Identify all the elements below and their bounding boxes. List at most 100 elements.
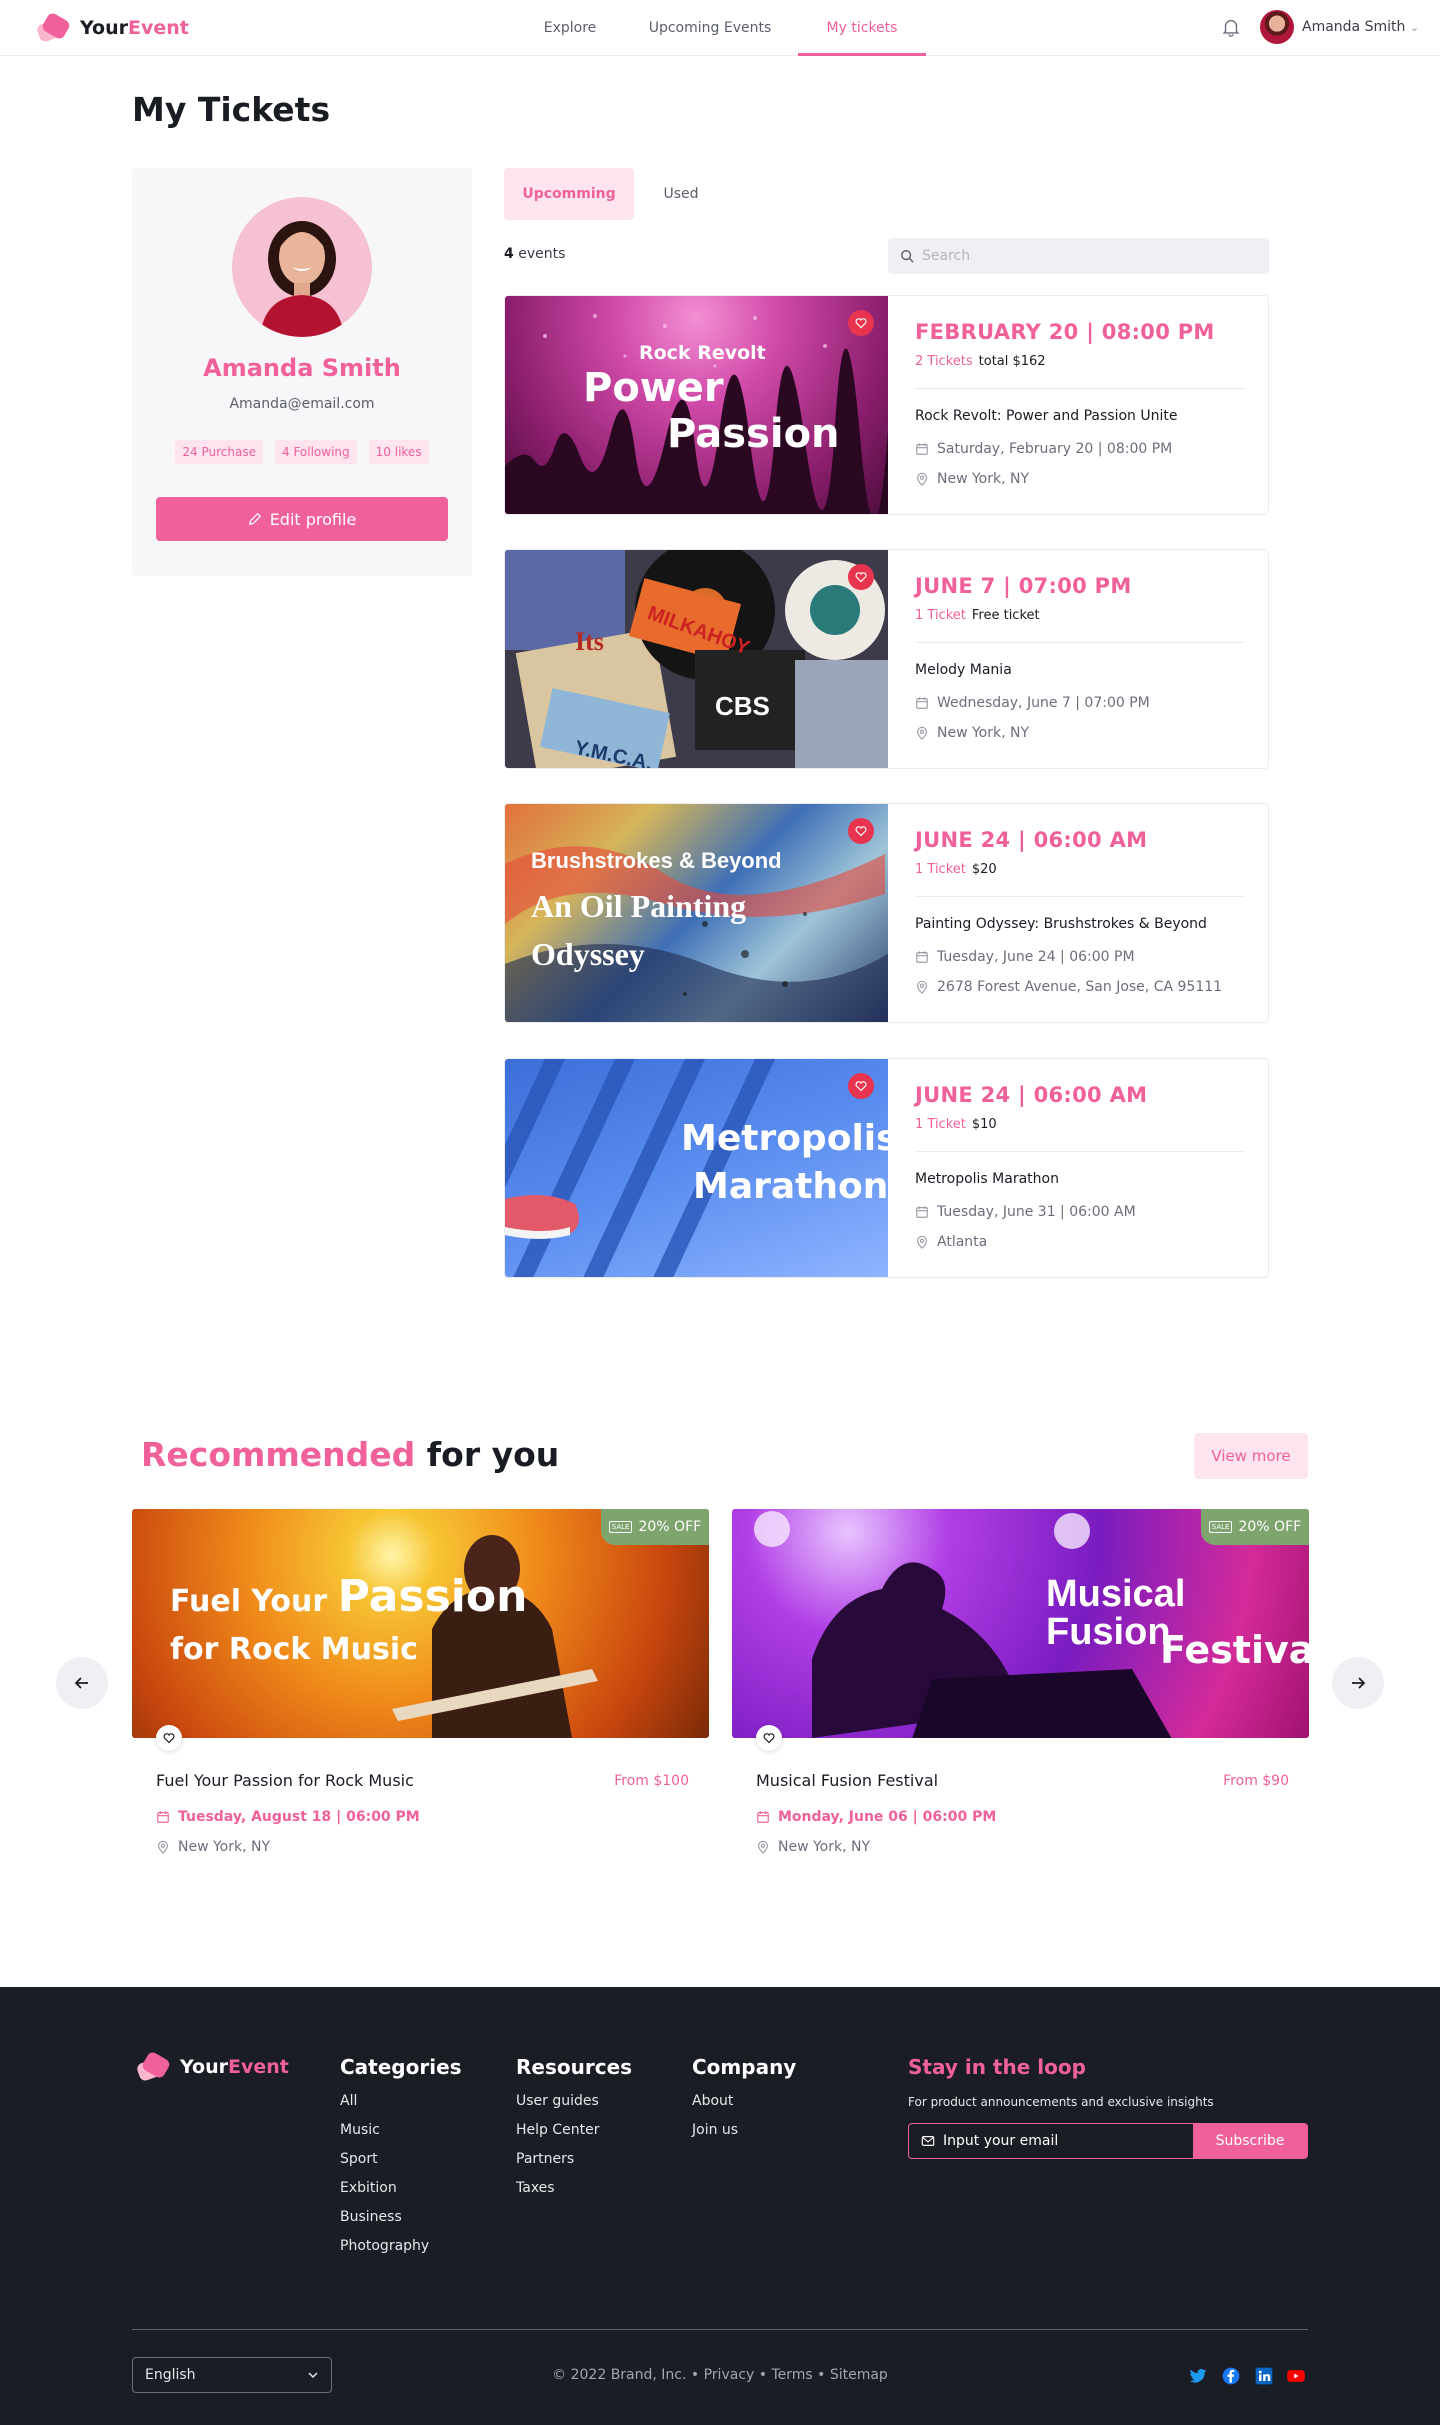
recommended-date: Tuesday, August 18 | 06:00 PM bbox=[156, 1809, 420, 1825]
carousel-next-button[interactable] bbox=[1332, 1657, 1384, 1709]
footer-heading: Categories bbox=[340, 2055, 462, 2079]
likes-count-chip[interactable]: 10 likes bbox=[368, 440, 429, 464]
footer-link[interactable]: Music bbox=[340, 2122, 462, 2138]
footer-resources: Resources User guides Help Center Partne… bbox=[516, 2055, 632, 2209]
recommended-card[interactable]: Musical Fusion Festival SALE20% OFF Musi… bbox=[732, 1509, 1309, 1869]
heart-icon[interactable] bbox=[756, 1725, 782, 1751]
following-count-chip[interactable]: 4 Following bbox=[275, 440, 357, 464]
ticket-image-line3: Odyssey bbox=[531, 936, 645, 972]
edit-profile-button[interactable]: Edit profile bbox=[156, 497, 448, 541]
search-input[interactable]: Search bbox=[922, 248, 970, 264]
search-field[interactable]: Search bbox=[888, 238, 1269, 274]
user-menu[interactable]: Amanda Smith ⌄ bbox=[1302, 19, 1419, 35]
nav-my-tickets[interactable]: My tickets bbox=[798, 0, 926, 56]
ticket-location: New York, NY bbox=[915, 725, 1029, 741]
footer-link[interactable]: All bbox=[340, 2093, 462, 2109]
footer-link[interactable]: Help Center bbox=[516, 2122, 632, 2138]
ticket-location: 2678 Forest Avenue, San Jose, CA 95111 bbox=[915, 979, 1222, 995]
ticket-date: FEBRUARY 20 | 08:00 PM bbox=[915, 320, 1215, 344]
ticket-image: Rock Revolt Power Passion bbox=[505, 296, 888, 514]
location-pin-icon bbox=[158, 1840, 168, 1854]
ticket-quantity: 1 Ticket Free ticket bbox=[915, 608, 1040, 623]
ticket-image-line2: Marathon bbox=[693, 1166, 888, 1207]
newsletter-subtitle: For product announcements and exclusive … bbox=[908, 2095, 1214, 2109]
footer-link[interactable]: Sport bbox=[340, 2151, 462, 2167]
heart-icon[interactable] bbox=[848, 564, 874, 590]
recommended-image-line1: Fuel Your Passion bbox=[170, 1571, 528, 1622]
arrow-left-icon bbox=[74, 1677, 88, 1689]
view-more-button[interactable]: View more bbox=[1194, 1433, 1308, 1479]
ticket-event-name: Metropolis Marathon bbox=[915, 1171, 1059, 1187]
carousel-prev-button[interactable] bbox=[56, 1657, 108, 1709]
calendar-icon bbox=[916, 443, 928, 455]
user-avatar[interactable] bbox=[1260, 10, 1294, 44]
nav-upcoming-events[interactable]: Upcoming Events bbox=[640, 0, 780, 56]
subscribe-button[interactable]: Subscribe bbox=[1193, 2124, 1307, 2158]
footer-link[interactable]: About bbox=[692, 2093, 796, 2109]
chevron-down-icon: ⌄ bbox=[1409, 21, 1420, 34]
ticket-card[interactable]: Metropolis Marathon JUNE 24 | 06:00 AM 1… bbox=[504, 1058, 1269, 1278]
ticket-image-line1: Rock Revolt bbox=[639, 342, 766, 364]
email-input[interactable]: Input your email bbox=[943, 2133, 1058, 2149]
events-count: 4 events bbox=[504, 246, 566, 262]
location-pin-icon bbox=[758, 1840, 768, 1854]
youtube-icon[interactable] bbox=[1286, 2366, 1306, 2386]
brand-logo[interactable]: YourEvent bbox=[32, 11, 189, 44]
ticket-event-name: Painting Odyssey: Brushstrokes & Beyond bbox=[915, 916, 1207, 932]
facebook-icon[interactable] bbox=[1221, 2366, 1241, 2386]
recommended-image: Fuel Your Passion for Rock Music SALE 20%… bbox=[132, 1509, 709, 1738]
divider bbox=[915, 642, 1245, 643]
ticket-card[interactable]: Rock Revolt Power Passion FEBRUARY 20 | … bbox=[504, 295, 1269, 515]
user-name: Amanda Smith bbox=[1302, 19, 1406, 35]
calendar-icon bbox=[916, 1206, 928, 1218]
purchase-count-chip[interactable]: 24 Purchase bbox=[175, 440, 263, 464]
ticket-datetime: Saturday, February 20 | 08:00 PM bbox=[915, 441, 1172, 457]
ticket-quantity: 1 Ticket $20 bbox=[915, 862, 997, 877]
tab-upcoming[interactable]: Upcomming bbox=[504, 168, 634, 220]
footer-link[interactable]: Join us bbox=[692, 2122, 796, 2138]
heart-icon[interactable] bbox=[848, 818, 874, 844]
email-field[interactable]: Input your email bbox=[921, 2124, 1058, 2158]
profile-email: Amanda@email.com bbox=[229, 396, 375, 412]
brand-mark-icon bbox=[132, 2050, 172, 2083]
search-icon bbox=[901, 250, 914, 263]
footer-heading: Company bbox=[692, 2055, 797, 2079]
footer-link[interactable]: Business bbox=[340, 2209, 462, 2225]
ticket-image: Metropolis Marathon bbox=[505, 1059, 888, 1277]
bell-icon[interactable] bbox=[1220, 14, 1242, 40]
footer-categories: Categories All Music Sport Exbition Busi… bbox=[340, 2055, 462, 2267]
recommended-image-line2: Festival bbox=[1160, 1628, 1309, 1672]
recommended-location: New York, NY bbox=[156, 1839, 270, 1855]
heart-icon[interactable] bbox=[156, 1725, 182, 1751]
recommended-card[interactable]: Fuel Your Passion for Rock Music SALE 20%… bbox=[132, 1509, 709, 1869]
recommended-event-name: Musical Fusion Festival bbox=[756, 1771, 939, 1790]
ticket-quantity: 1 Ticket $10 bbox=[915, 1117, 997, 1132]
page-title: My Tickets bbox=[132, 90, 331, 129]
nav-explore[interactable]: Explore bbox=[530, 0, 610, 56]
heart-icon[interactable] bbox=[848, 310, 874, 336]
ticket-card[interactable]: Brushstrokes & Beyond An Oil Painting Od… bbox=[504, 803, 1269, 1023]
footer-link[interactable]: Exbition bbox=[340, 2180, 462, 2196]
ticket-event-name: Rock Revolt: Power and Passion Unite bbox=[915, 408, 1178, 424]
ticket-datetime: Wednesday, June 7 | 07:00 PM bbox=[915, 695, 1150, 711]
ticket-image: Brushstrokes & Beyond An Oil Painting Od… bbox=[505, 804, 888, 1022]
location-pin-icon bbox=[917, 980, 927, 994]
linkedin-icon[interactable] bbox=[1254, 2366, 1274, 2386]
recommended-price: From $90 bbox=[1223, 1773, 1289, 1789]
tab-used[interactable]: Used bbox=[654, 168, 708, 220]
twitter-icon[interactable] bbox=[1188, 2366, 1208, 2386]
footer-link[interactable]: Photography bbox=[340, 2238, 462, 2254]
footer-link[interactable]: User guides bbox=[516, 2093, 632, 2109]
profile-avatar bbox=[232, 197, 372, 337]
divider bbox=[915, 1151, 1245, 1152]
footer-link[interactable]: Taxes bbox=[516, 2180, 632, 2196]
footer-link[interactable]: Partners bbox=[516, 2151, 632, 2167]
sale-tag-icon: SALE bbox=[1208, 1521, 1233, 1533]
footer-brand-logo[interactable]: YourEvent bbox=[132, 2050, 289, 2083]
ticket-datetime: Tuesday, June 31 | 06:00 AM bbox=[915, 1204, 1136, 1220]
heart-icon[interactable] bbox=[848, 1073, 874, 1099]
ticket-card[interactable]: Its MILKAHOY CBS Y.M.C.A. JUNE 7 | 07:00… bbox=[504, 549, 1269, 769]
arrow-right-icon bbox=[1352, 1677, 1366, 1689]
ticket-image: Its MILKAHOY CBS Y.M.C.A. bbox=[505, 550, 888, 768]
site-footer: YourEvent Categories All Music Sport Exb… bbox=[0, 1987, 1440, 2425]
